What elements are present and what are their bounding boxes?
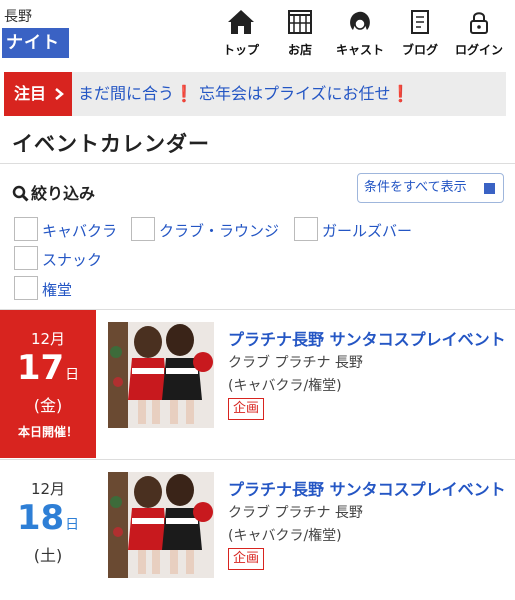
notice-text-middle: 忘年会はプライズにお任せ [199, 84, 391, 103]
filter-option-club-lounge[interactable]: クラブ・ラウンジ [131, 217, 291, 243]
nav-shop-label: お店 [287, 43, 312, 57]
event-day-number: 17 [16, 348, 65, 388]
filter-option-label: ガールズバー [322, 222, 413, 240]
site-header: 長野 ナイト トップ お店 キャスト ブログ ログイン [0, 0, 515, 66]
filter-option-label: スナック [42, 251, 103, 269]
show-all-conditions-button[interactable]: 条件をすべて表示 [357, 173, 504, 203]
event-type-badge: 企画 [228, 548, 265, 570]
nav-cast[interactable]: キャスト [332, 6, 388, 62]
checkbox[interactable] [294, 217, 318, 241]
cast-icon [350, 11, 370, 30]
notice-text[interactable]: まだ間に合う❗ 忘年会はプライズにお任せ❗ [78, 72, 410, 116]
nav-login[interactable]: ログイン [451, 6, 507, 62]
event-day: 17日 [0, 348, 96, 388]
checkbox[interactable] [131, 217, 155, 241]
nav-blog[interactable]: ブログ [392, 6, 448, 62]
event-day-number: 18 [16, 498, 65, 538]
santa-costume-photo-icon [108, 472, 214, 578]
shop-icon [288, 10, 312, 34]
filter-option-gondo[interactable]: 権堂 [14, 276, 94, 302]
event-category: (キャバクラ/権堂) [228, 378, 342, 394]
event-shop: クラブ プラチナ 長野 [228, 505, 363, 521]
nav-login-label: ログイン [454, 43, 503, 57]
exclamation-icon: ❗ [174, 84, 194, 103]
filter-option-label: キャバクラ [42, 222, 118, 240]
night-badge[interactable]: ナイト [2, 28, 69, 58]
event-item[interactable]: 12月 17日 (金) 本日開催！ プラチナ長野 サンタコスプレイベント クラブ… [0, 310, 515, 460]
show-all-label: 条件をすべて表示 [364, 180, 467, 195]
event-month: 12月 [30, 480, 66, 498]
event-title-link[interactable]: プラチナ長野 サンタコスプレイベント [228, 476, 508, 500]
chevron-right-icon [54, 88, 64, 100]
blog-icon [411, 10, 429, 34]
filter-option-cabaret[interactable]: キャバクラ [14, 217, 126, 243]
notice-tag: 注目 [4, 72, 72, 116]
event-category: (キャバクラ/権堂) [228, 528, 342, 544]
page-title: イベントカレンダー [12, 132, 210, 156]
checkbox[interactable] [14, 276, 38, 300]
nav-top-label: トップ [222, 43, 259, 57]
today-label: 本日開催！ [17, 425, 78, 439]
event-day: 18日 [0, 498, 96, 538]
filter-title: 絞り込み [12, 180, 95, 204]
event-month: 12月 [30, 330, 66, 348]
nav-blog-label: ブログ [401, 43, 438, 57]
notice-text-before: まだ間に合う [78, 84, 175, 103]
event-day-suffix: 日 [65, 517, 80, 533]
event-thumbnail[interactable] [108, 472, 214, 578]
filter-option-girls-bar[interactable]: ガールズバー [294, 217, 424, 243]
checkbox[interactable] [14, 217, 38, 241]
event-date: 12月 18日 (土) [0, 460, 96, 600]
santa-costume-photo-icon [108, 322, 214, 428]
event-type-badge: 企画 [228, 398, 265, 420]
area-name[interactable]: 長野 [4, 6, 32, 26]
event-weekday: (金) [33, 396, 63, 415]
filter-option-label: 権堂 [42, 281, 73, 299]
filter-title-label: 絞り込み [31, 184, 96, 203]
nav-top[interactable]: トップ [213, 6, 269, 62]
event-shop: クラブ プラチナ 長野 [228, 355, 363, 371]
home-icon [228, 10, 254, 34]
lock-icon [470, 12, 488, 34]
event-thumbnail[interactable] [108, 322, 214, 428]
checkbox[interactable] [14, 246, 38, 270]
event-title-link[interactable]: プラチナ長野 サンタコスプレイベント [228, 326, 508, 350]
event-item[interactable]: 12月 18日 (土) プラチナ長野 サンタコスプレイベント クラブ プラチナ … [0, 460, 515, 600]
event-day-suffix: 日 [65, 367, 80, 383]
filter-option-label: クラブ・ラウンジ [159, 222, 280, 240]
copy-icon [484, 183, 495, 194]
divider [0, 163, 515, 164]
event-weekday: (土) [33, 546, 63, 565]
event-date: 12月 17日 (金) 本日開催！ [0, 310, 96, 458]
nav-shop[interactable]: お店 [272, 6, 328, 62]
notice-tag-label: 注目 [14, 84, 47, 103]
notice-bar[interactable]: 注目 まだ間に合う❗ 忘年会はプライズにお任せ❗ [4, 72, 506, 116]
nav-cast-label: キャスト [335, 43, 384, 57]
search-icon [12, 185, 29, 202]
exclamation-icon: ❗ [390, 84, 411, 103]
filter-option-snack[interactable]: スナック [14, 246, 114, 272]
